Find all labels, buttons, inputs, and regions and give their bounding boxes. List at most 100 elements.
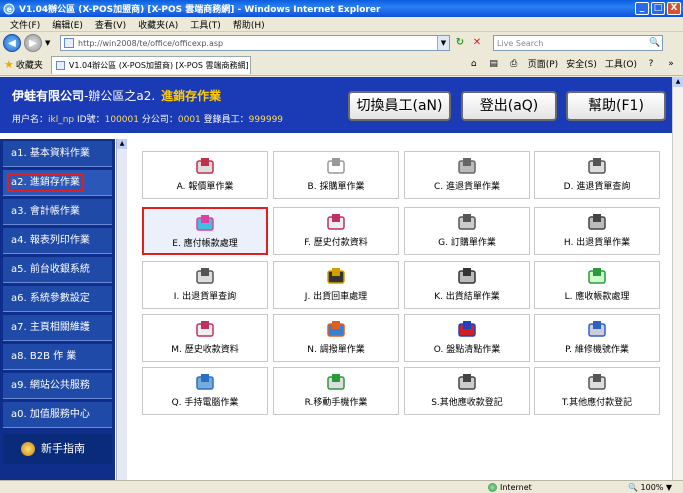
function-stamp-button[interactable]: K. 出貨結單作業: [404, 261, 530, 309]
menu-favorites[interactable]: 收藏夹(A): [138, 18, 178, 31]
sidebar-item-a6[interactable]: a6. 系統參數設定: [3, 286, 112, 312]
globe-icon: [488, 483, 497, 492]
function-box-button[interactable]: C. 進退貨單作業: [404, 151, 530, 199]
zoom-level: 100%: [640, 483, 664, 492]
function-colorful-grid-button[interactable]: E. 應付帳款處理: [142, 207, 268, 255]
sidebar-item-a8[interactable]: a8. B2B 作 業: [3, 344, 112, 370]
function-magnifier-doc-button[interactable]: M. 歷史收款資料: [142, 314, 268, 362]
history-dropdown-icon[interactable]: ▼: [45, 39, 53, 47]
sidebar-item-a9[interactable]: a9. 網站公共服務: [3, 373, 112, 399]
menu-file[interactable]: 文件(F): [10, 18, 40, 31]
menu-view[interactable]: 查看(V): [95, 18, 126, 31]
printer-icon: [196, 158, 214, 174]
print-icon[interactable]: ⎙: [508, 58, 520, 70]
switch-employee-button[interactable]: 切換員工(aN): [348, 91, 451, 121]
forward-button[interactable]: ▶: [24, 34, 42, 52]
sidebar-item-a5[interactable]: a5. 前台收銀系統: [3, 257, 112, 283]
search-input[interactable]: Live Search: [497, 39, 648, 48]
logout-button[interactable]: 登出(aQ): [461, 91, 557, 121]
favorites-star-icon[interactable]: ★: [4, 58, 14, 71]
function-printer-button[interactable]: A. 報價單作業: [142, 151, 268, 199]
function-label: Q. 手持電腦作業: [171, 398, 239, 408]
refresh-icon[interactable]: ↻: [453, 36, 467, 50]
magnifier-doc-icon: [196, 321, 214, 337]
sidebar-item-label: a1. 基本資料作業: [11, 148, 90, 159]
close-button[interactable]: X: [667, 2, 681, 15]
function-register-button[interactable]: S.其他應收款登記: [404, 367, 530, 415]
sidebar-item-a3[interactable]: a3. 會計帳作業: [3, 199, 112, 225]
maximize-button[interactable]: □: [651, 2, 665, 15]
function-forklift-button[interactable]: J. 出貨回車處理: [273, 261, 399, 309]
sidebar-item-a0[interactable]: a0. 加值服務中心: [3, 402, 112, 428]
company-line: 伊蛙有限公司-辦公區之a2. 進銷存作業: [12, 87, 221, 104]
staff-label: 登錄員工：: [203, 115, 249, 125]
pencil-paper-icon: [327, 158, 345, 174]
sidebar-item-label: a5. 前台收銀系統: [11, 264, 90, 275]
feeds-icon[interactable]: ▤: [488, 58, 500, 70]
status-bar: Internet 🔍 100% ▼: [0, 480, 683, 493]
beginner-guide-button[interactable]: 新手指南: [3, 434, 112, 464]
inventory-icon: [458, 321, 476, 337]
back-button[interactable]: ◀: [3, 34, 21, 52]
sidebar-item-label: a2. 進銷存作業: [7, 173, 84, 192]
stamp-icon: [458, 268, 476, 284]
help-icon[interactable]: ?: [645, 58, 657, 70]
menu-bar: 文件(F) 编辑(E) 查看(V) 收藏夹(A) 工具(T) 帮助(H): [0, 17, 683, 32]
function-label: G. 訂購單作業: [438, 238, 496, 248]
ie-icon: e: [3, 3, 15, 14]
sidebar-item-label: a3. 會計帳作業: [11, 206, 80, 217]
scroll-up-icon[interactable]: ▲: [673, 77, 683, 87]
function-transfer-button[interactable]: N. 調撥單作業: [273, 314, 399, 362]
menu-edit[interactable]: 编辑(E): [52, 18, 83, 31]
tools-menu[interactable]: 工具(O): [605, 57, 637, 70]
sidebar-item-a1[interactable]: a1. 基本資料作業: [3, 141, 112, 167]
function-magnifier-button[interactable]: I. 出退貨單查詢: [142, 261, 268, 309]
favorites-label[interactable]: 收藏夹: [16, 58, 43, 71]
page-icon: [64, 38, 74, 48]
minimize-button[interactable]: _: [635, 2, 649, 15]
browser-tab[interactable]: V1.04辦公區 (X-POS加盟商) [X-POS 雲端商務網]: [50, 55, 251, 74]
stop-icon[interactable]: ✕: [470, 36, 484, 50]
sidebar-item-a4[interactable]: a4. 報表列印作業: [3, 228, 112, 254]
function-label: M. 歷史收款資料: [171, 345, 239, 355]
function-mobile-button[interactable]: R.移動手機作業: [273, 367, 399, 415]
address-dropdown-icon[interactable]: ▼: [437, 36, 449, 50]
function-computer-button[interactable]: Q. 手持電腦作業: [142, 367, 268, 415]
zone-label: Internet: [500, 483, 532, 492]
home-icon[interactable]: ⌂: [468, 58, 480, 70]
safety-menu[interactable]: 安全(S): [566, 57, 597, 70]
menu-help[interactable]: 帮助(H): [233, 18, 265, 31]
function-truck-button[interactable]: H. 出退貨單作業: [534, 207, 660, 255]
user-value: ikl_np: [48, 115, 75, 125]
search-box[interactable]: Live Search 🔍: [493, 35, 663, 51]
function-magnifier-button[interactable]: D. 進退貨單查詢: [534, 151, 660, 199]
address-bar[interactable]: http://win2008/te/office/officexp.asp ▼: [60, 35, 450, 51]
function-money-button[interactable]: L. 應收帳款處理: [534, 261, 660, 309]
function-cash-register-button[interactable]: T.其他應付款登記: [534, 367, 660, 415]
function-label: T.其他應付款登記: [561, 398, 633, 408]
search-icon[interactable]: 🔍: [648, 38, 662, 48]
zoom-control[interactable]: 🔍 100% ▼: [628, 482, 672, 493]
sidebar-scroll-up-icon[interactable]: ▲: [117, 139, 127, 149]
function-book-button[interactable]: G. 訂購單作業: [404, 207, 530, 255]
page-scrollbar[interactable]: ▲: [672, 77, 683, 480]
sidebar-item-label: a7. 主頁相關維護: [11, 322, 90, 333]
research-icon[interactable]: »: [665, 58, 677, 70]
page-menu[interactable]: 页面(P): [528, 57, 558, 70]
function-magnifier-doc-button[interactable]: F. 歷史付款資料: [273, 207, 399, 255]
function-label: K. 出貨結單作業: [434, 292, 500, 302]
menu-tools[interactable]: 工具(T): [190, 18, 221, 31]
sidebar-scrollbar[interactable]: ▲: [116, 139, 127, 480]
sidebar-item-a2[interactable]: a2. 進銷存作業: [3, 170, 112, 196]
id-value: 100001: [104, 115, 139, 125]
function-pencil-paper-button[interactable]: B. 採購單作業: [273, 151, 399, 199]
function-inventory-button[interactable]: O. 盤點清點作業: [404, 314, 530, 362]
navigation-bar: ◀ ▶ ▼ http://win2008/te/office/officexp.…: [0, 32, 683, 54]
sidebar-item-a7[interactable]: a7. 主頁相關維護: [3, 315, 112, 341]
help-button[interactable]: 幫助(F1): [566, 91, 666, 121]
cash-register-icon: [588, 374, 606, 390]
transfer-icon: [327, 321, 345, 337]
function-repair-button[interactable]: P. 維修機號作業: [534, 314, 660, 362]
window-title-bar: e V1.04辦公區 (X-POS加盟商) [X-POS 雲端商務網] - Wi…: [0, 0, 683, 17]
address-input[interactable]: http://win2008/te/office/officexp.asp: [78, 39, 437, 48]
